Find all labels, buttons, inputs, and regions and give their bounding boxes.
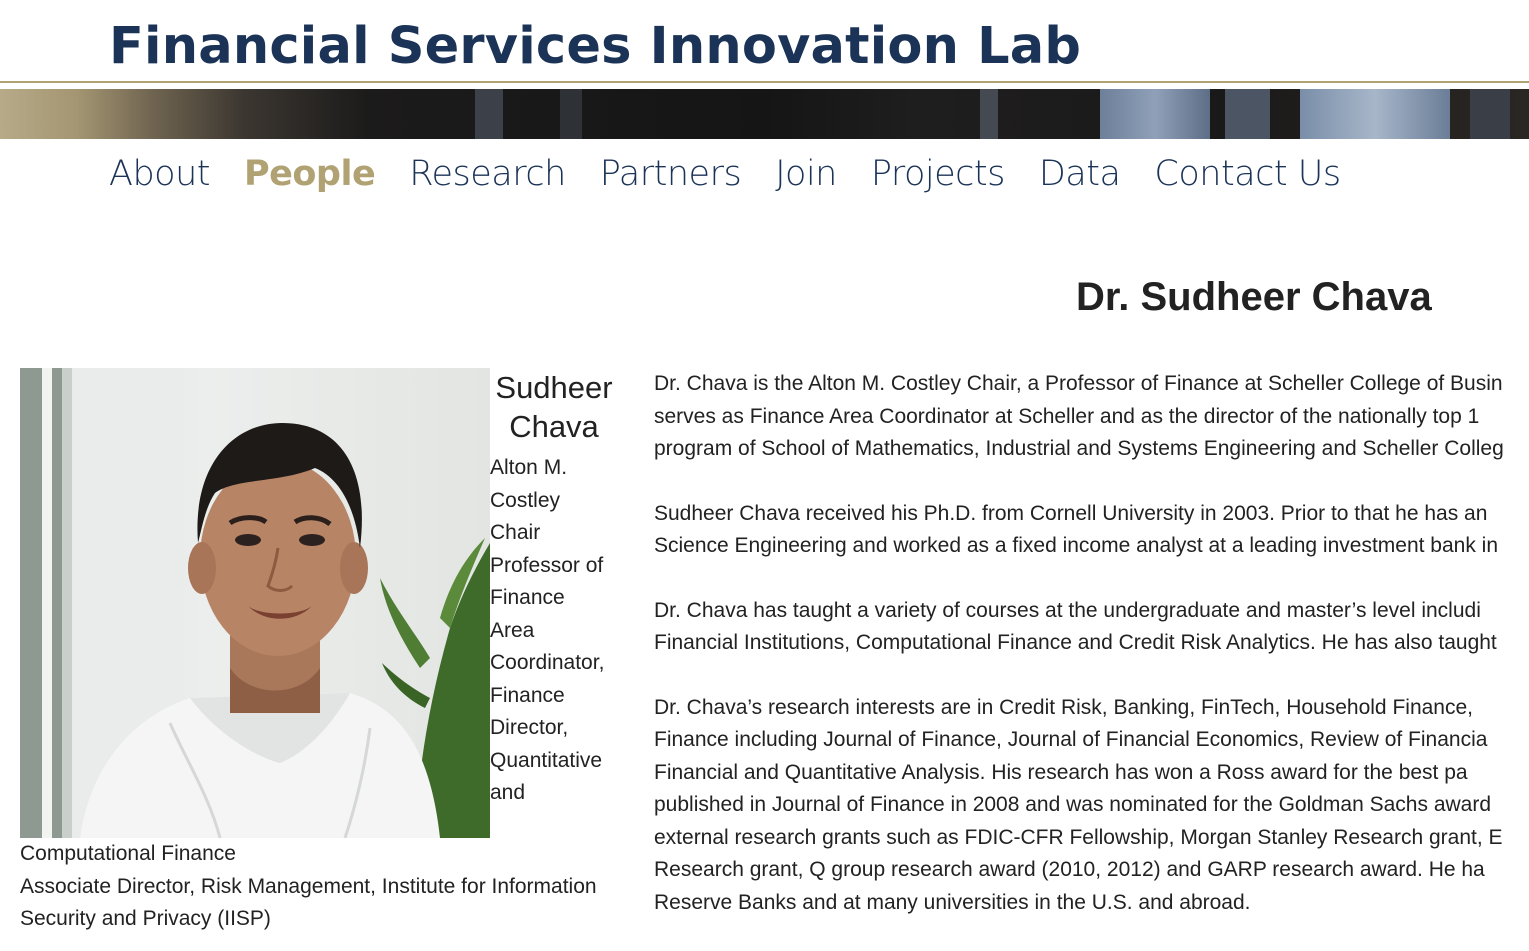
bio-paragraph: Sudheer Chava received his Ph.D. from Co… — [654, 498, 1529, 563]
main-nav: About People Research Partners Join Proj… — [109, 148, 1341, 200]
nav-partners[interactable]: Partners — [600, 154, 742, 194]
profile-photo — [20, 368, 490, 838]
nav-join[interactable]: Join — [775, 154, 837, 194]
nav-contact-us[interactable]: Contact Us — [1154, 154, 1341, 194]
site-title[interactable]: Financial Services Innovation Lab — [109, 14, 1081, 80]
bio-line: Science Engineering and worked as a fixe… — [654, 534, 1499, 557]
bio-line: serves as Finance Area Coordinator at Sc… — [654, 404, 1480, 428]
bio-line: Dr. Chava’s research interests are in Cr… — [654, 695, 1473, 719]
bio-paragraph: Dr. Chava has taught a variety of course… — [654, 595, 1529, 660]
bio-line: Dr. Chava is the Alton M. Costley Chair,… — [654, 372, 1503, 395]
biography: Dr. Chava is the Alton M. Costley Chair,… — [654, 368, 1529, 951]
bio-line: Financial Institutions, Computational Fi… — [654, 631, 1497, 654]
bio-line: published in Journal of Finance in 2008 … — [654, 793, 1492, 816]
bio-line: Research grant, Q group research award (… — [654, 858, 1485, 881]
portrait-illustration — [20, 368, 490, 838]
bio-line: program of School of Mathematics, Indust… — [654, 437, 1504, 460]
profile-name: Sudheer Chava — [490, 368, 618, 446]
profile-title-continued: Computational Finance Associate Director… — [20, 838, 618, 936]
nav-research[interactable]: Research — [409, 154, 566, 194]
bio-paragraph: Dr. Chava’s research interests are in Cr… — [654, 692, 1529, 920]
profile-title: Alton M. Costley Chair Professor of Fina… — [490, 456, 605, 804]
nav-projects[interactable]: Projects — [871, 154, 1005, 194]
page-heading: Dr. Sudheer Chava — [1076, 275, 1432, 319]
nav-data[interactable]: Data — [1039, 154, 1121, 194]
bio-line: Financial and Quantitative Analysis. His… — [654, 760, 1468, 784]
bio-line: Sudheer Chava received his Ph.D. from Co… — [654, 501, 1488, 525]
bio-line: external research grants such as FDIC-CF… — [654, 825, 1503, 849]
nav-about[interactable]: About — [109, 154, 210, 194]
bio-line: Reserve Banks and at many universities i… — [654, 890, 1251, 914]
bio-line: Finance including Journal of Finance, Jo… — [654, 728, 1488, 751]
profile-last-name: Chava — [509, 409, 599, 444]
profile-title-line: Computational Finance — [20, 842, 236, 865]
profile-side-info: Sudheer Chava Alton M. Costley Chair Pro… — [490, 368, 618, 810]
header-banner-image — [0, 89, 1529, 139]
bio-line: Dr. Chava has taught a variety of course… — [654, 598, 1481, 622]
profile-affiliation: Associate Director, Risk Management, Ins… — [20, 874, 597, 931]
title-divider — [0, 81, 1529, 83]
bio-paragraph: Dr. Chava is the Alton M. Costley Chair,… — [654, 368, 1529, 466]
nav-people[interactable]: People — [244, 154, 376, 194]
profile-first-name: Sudheer — [495, 370, 613, 405]
